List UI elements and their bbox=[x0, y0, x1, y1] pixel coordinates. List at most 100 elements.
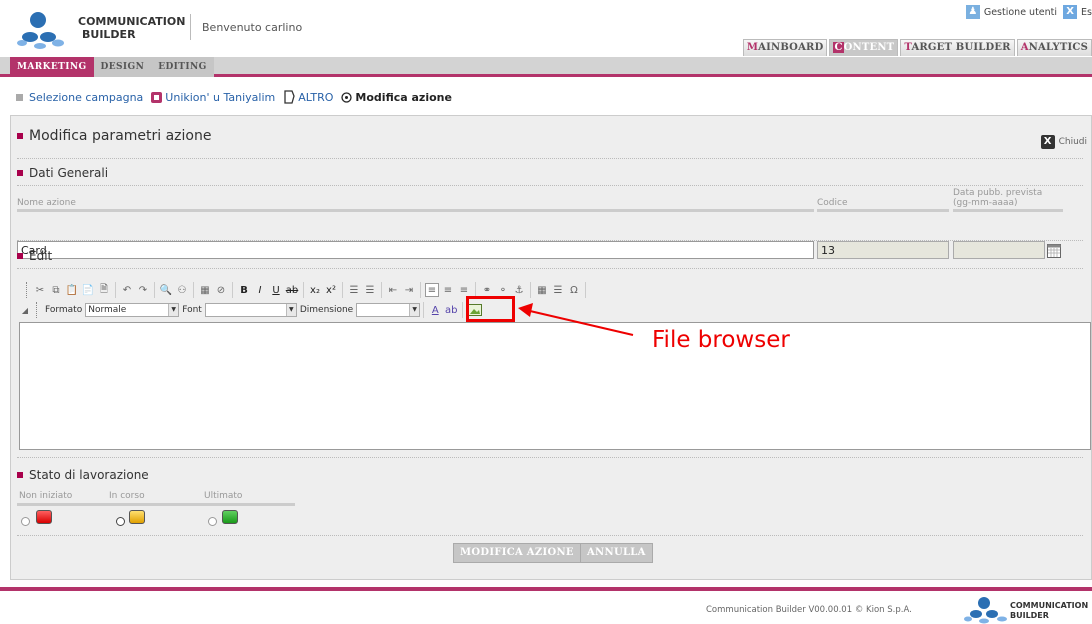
superscript-icon[interactable]: x² bbox=[324, 283, 338, 297]
subscript-icon[interactable]: x₂ bbox=[308, 283, 322, 297]
subtab-marketing[interactable]: MARKETING bbox=[10, 57, 94, 77]
file-browser-highlight bbox=[466, 296, 515, 322]
collapse-toolbar-icon[interactable]: ◢ bbox=[18, 303, 32, 317]
horizontal-rule-icon[interactable]: ☰ bbox=[551, 283, 565, 297]
publication-date-input[interactable] bbox=[953, 241, 1045, 259]
toolbar-separator bbox=[423, 302, 425, 318]
divider bbox=[17, 240, 1083, 241]
format-label: Formato bbox=[45, 305, 83, 315]
close-button[interactable]: X Chiudi bbox=[1040, 135, 1087, 149]
status-not-started-radio[interactable] bbox=[21, 517, 30, 526]
breadcrumb-category[interactable]: ALTRO bbox=[283, 90, 333, 104]
paste-text-icon[interactable]: 📄 bbox=[81, 283, 95, 297]
breadcrumb-bullet bbox=[16, 93, 23, 101]
status-in-progress-radio[interactable] bbox=[116, 517, 125, 526]
select-all-icon[interactable]: ▦ bbox=[198, 283, 212, 297]
format-select[interactable]: Normale ▼ bbox=[85, 303, 180, 317]
status-done-radio[interactable] bbox=[208, 517, 217, 526]
align-right-icon[interactable]: ≡ bbox=[457, 283, 471, 297]
align-center-icon[interactable]: ≡ bbox=[441, 283, 455, 297]
header-divider bbox=[190, 14, 191, 40]
paste-word-icon[interactable]: 🗎 bbox=[97, 283, 111, 297]
numbered-list-icon[interactable]: ☰ bbox=[347, 283, 361, 297]
cancel-button[interactable]: ANNULLA bbox=[580, 543, 653, 563]
tab-mainboard-label: AINBOARD bbox=[758, 42, 824, 53]
tab-mainboard-initial: M bbox=[746, 42, 759, 53]
undo-icon[interactable]: ↶ bbox=[120, 283, 134, 297]
code-field: 13 bbox=[817, 241, 949, 259]
file-browser-annotation: File browser bbox=[652, 327, 790, 353]
green-light-icon bbox=[222, 510, 238, 524]
toolbar-grip[interactable] bbox=[26, 282, 29, 298]
brand-logo-icon[interactable] bbox=[16, 10, 66, 50]
subtab-editing[interactable]: EDITING bbox=[151, 57, 214, 77]
link-icon[interactable]: ⚭ bbox=[480, 283, 494, 297]
italic-icon[interactable]: I bbox=[253, 283, 267, 297]
text-color-icon[interactable]: A bbox=[428, 303, 442, 317]
align-left-icon[interactable]: ≡ bbox=[425, 283, 439, 297]
footer-bar bbox=[0, 587, 1092, 591]
date-label: Data pubb. prevista (gg-mm-aaaa) bbox=[953, 188, 1042, 208]
edit-action-button[interactable]: MODIFICA AZIONE bbox=[453, 543, 581, 563]
tab-analytics[interactable]: ANALYTICS bbox=[1016, 39, 1092, 56]
tag-icon bbox=[284, 90, 295, 104]
divider bbox=[17, 535, 1083, 536]
redo-icon[interactable]: ↷ bbox=[136, 283, 150, 297]
breadcrumb-current-label: Modifica azione bbox=[355, 90, 452, 104]
bulleted-list-icon[interactable]: ☰ bbox=[363, 283, 377, 297]
size-select[interactable]: ▼ bbox=[356, 303, 421, 317]
remove-format-icon[interactable]: ⊘ bbox=[214, 283, 228, 297]
tab-mainboard[interactable]: MAINBOARD bbox=[742, 39, 828, 56]
underline-icon[interactable]: U bbox=[269, 283, 283, 297]
red-light-icon bbox=[36, 510, 52, 524]
indent-icon[interactable]: ⇥ bbox=[402, 283, 416, 297]
sub-nav: MARKETING DESIGN EDITING bbox=[0, 57, 1092, 77]
brand-name: COMMUNICATION BUILDER bbox=[78, 15, 185, 41]
breadcrumb-campaign-selection[interactable]: Selezione campagna bbox=[29, 91, 143, 104]
find-icon[interactable]: 🔍 bbox=[159, 283, 173, 297]
close-label: Chiudi bbox=[1058, 137, 1087, 147]
footer-brand-line2: BUILDER bbox=[1010, 611, 1049, 620]
table-icon[interactable]: ▦ bbox=[535, 283, 549, 297]
paste-icon[interactable]: 📋 bbox=[65, 283, 79, 297]
strikethrough-icon[interactable]: ab bbox=[285, 283, 299, 297]
cut-icon[interactable]: ✂ bbox=[33, 283, 47, 297]
toolbar-separator bbox=[420, 282, 421, 298]
breadcrumb-current: Modifica azione bbox=[341, 91, 452, 104]
replace-icon[interactable]: ⚇ bbox=[175, 283, 189, 297]
exit-link[interactable]: X Es bbox=[1063, 5, 1092, 19]
brand-line1: COMMUNICATION bbox=[78, 15, 186, 28]
general-title-bullet bbox=[17, 170, 23, 176]
code-value: 13 bbox=[821, 244, 835, 257]
divider bbox=[17, 457, 1083, 458]
rich-text-editor[interactable] bbox=[19, 322, 1091, 450]
toolbar-grip[interactable] bbox=[36, 302, 39, 318]
format-value: Normale bbox=[88, 305, 127, 315]
tab-target-builder[interactable]: TARGET BUILDER bbox=[900, 39, 1015, 56]
status-done-label: Ultimato bbox=[204, 491, 243, 501]
special-char-icon[interactable]: Ω bbox=[567, 283, 581, 297]
action-name-input[interactable]: Card bbox=[17, 241, 814, 259]
copy-icon[interactable]: ⧉ bbox=[49, 283, 63, 297]
breadcrumb: Selezione campagna Unikion' u Taniyalim … bbox=[16, 90, 452, 104]
calendar-icon[interactable] bbox=[1047, 244, 1061, 258]
outdent-icon[interactable]: ⇤ bbox=[386, 283, 400, 297]
edit-title-text: Edit bbox=[29, 249, 53, 263]
footer-brand-line1: COMMUNICATION bbox=[1010, 601, 1089, 610]
tab-content-initial: C bbox=[833, 42, 844, 53]
toolbar-separator bbox=[585, 282, 586, 298]
tab-content-label: ONTENT bbox=[843, 42, 895, 53]
user-management-link[interactable]: ♟ Gestione utenti bbox=[965, 5, 1057, 19]
background-color-icon[interactable]: ab bbox=[444, 303, 458, 317]
anchor-icon[interactable]: ⚓ bbox=[512, 283, 526, 297]
subtab-design[interactable]: DESIGN bbox=[94, 57, 152, 77]
tab-content[interactable]: CONTENT bbox=[829, 39, 899, 56]
breadcrumb-campaign-label: Unikion' u Taniyalim bbox=[165, 90, 276, 104]
unlink-icon[interactable]: ⚬ bbox=[496, 283, 510, 297]
tab-analytics-label: NALYTICS bbox=[1028, 42, 1088, 53]
status-label-rule bbox=[17, 503, 295, 506]
bold-icon[interactable]: B bbox=[237, 283, 251, 297]
font-select[interactable]: ▼ bbox=[204, 303, 297, 317]
main-tabs: MAINBOARD CONTENT TARGET BUILDER ANALYTI… bbox=[742, 39, 1092, 56]
breadcrumb-campaign[interactable]: Unikion' u Taniyalim bbox=[151, 91, 275, 104]
